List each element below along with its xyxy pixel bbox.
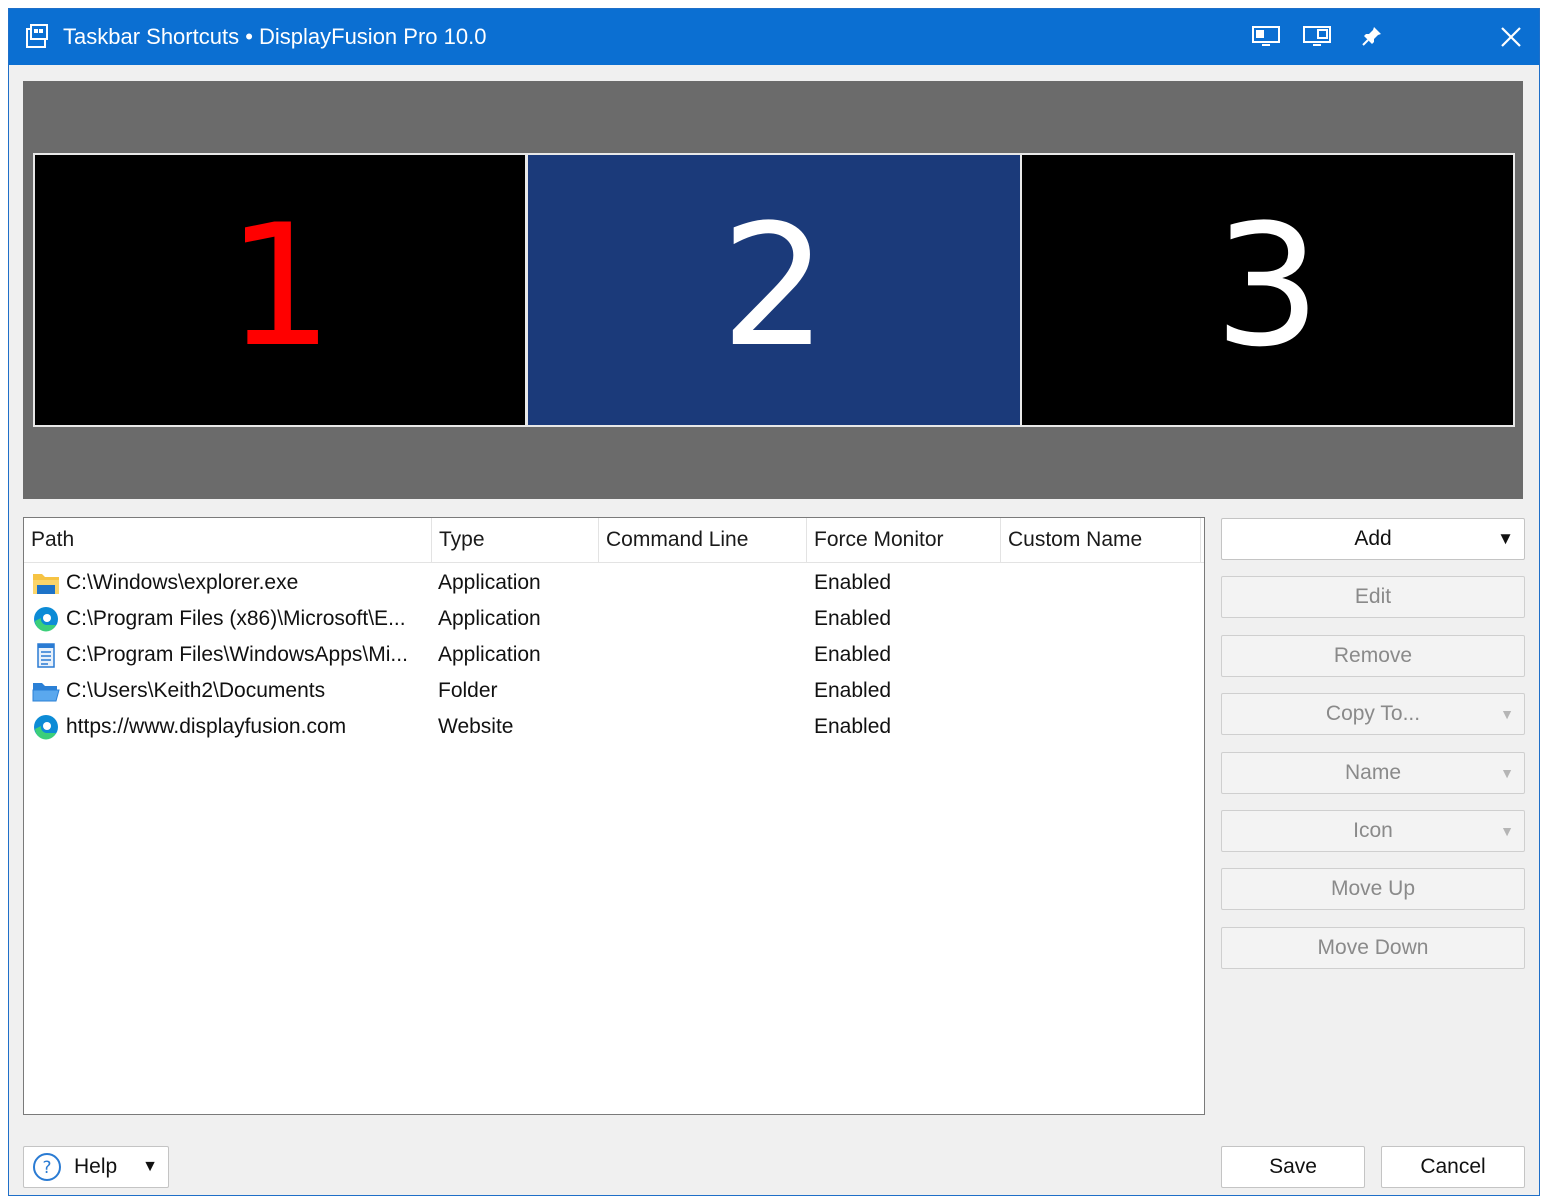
- force-monitor-cell: Enabled: [814, 607, 892, 630]
- path-cell: C:\Program Files\WindowsApps\Mi...: [66, 643, 408, 666]
- window-title: Taskbar Shortcuts • DisplayFusion Pro 10…: [63, 24, 487, 49]
- move-up-button-label: Move Up: [1330, 877, 1416, 900]
- help-button[interactable]: ? Help ▼: [23, 1146, 169, 1188]
- copy-to-button[interactable]: Copy To... ▼: [1221, 693, 1525, 735]
- move-down-button-label: Move Down: [1317, 936, 1429, 959]
- list-item[interactable]: https://www.displayfusion.com Website En…: [24, 709, 1204, 745]
- chevron-down-icon: ▼: [1500, 823, 1514, 839]
- icon-button[interactable]: Icon ▼: [1221, 810, 1525, 852]
- pin-icon: [1362, 27, 1381, 46]
- type-cell: Website: [438, 715, 514, 738]
- command-line-cell: [607, 565, 807, 601]
- list-header: Path Type Command Line Force Monitor Cus…: [24, 518, 1204, 563]
- type-cell: Application: [438, 607, 541, 630]
- command-line-cell: [607, 601, 807, 637]
- monitor-split-button[interactable]: [1249, 21, 1283, 51]
- custom-name-cell: [1008, 637, 1198, 673]
- move-up-button[interactable]: Move Up: [1221, 868, 1525, 910]
- remove-button-label: Remove: [1333, 644, 1413, 667]
- folder-explorer-icon: [33, 574, 59, 594]
- displayfusion-app-icon: [26, 24, 48, 48]
- name-button-label: Name: [1344, 761, 1402, 784]
- monitor-split-icon: [1252, 26, 1280, 46]
- command-line-cell: [607, 637, 807, 673]
- custom-name-cell: [1008, 565, 1198, 601]
- monitor-2[interactable]: 2: [526, 153, 1022, 427]
- open-folder-icon: [32, 683, 60, 702]
- type-cell: Application: [438, 571, 541, 594]
- save-button[interactable]: Save: [1221, 1146, 1365, 1188]
- edge-icon: [34, 715, 58, 740]
- force-monitor-cell: Enabled: [814, 571, 892, 594]
- command-line-cell: [607, 673, 807, 709]
- path-cell: C:\Windows\explorer.exe: [66, 571, 299, 594]
- path-cell: C:\Program Files (x86)\Microsoft\E...: [66, 607, 406, 630]
- column-header-type[interactable]: Type: [432, 518, 599, 562]
- monitor-1[interactable]: 1: [33, 153, 527, 427]
- help-button-label: Help: [74, 1155, 118, 1178]
- monitor-2-number: 2: [720, 188, 828, 384]
- chevron-down-icon: ▼: [1500, 706, 1514, 722]
- remove-button[interactable]: Remove: [1221, 635, 1525, 677]
- path-cell: C:\Users\Keith2\Documents: [66, 679, 326, 702]
- custom-name-cell: [1008, 673, 1198, 709]
- list-item[interactable]: C:\Users\Keith2\Documents Folder Enabled: [24, 673, 1204, 709]
- icon-button-label: Icon: [1353, 819, 1393, 842]
- column-header-force-monitor[interactable]: Force Monitor: [807, 518, 1001, 562]
- force-monitor-cell: Enabled: [814, 715, 892, 738]
- path-cell: https://www.displayfusion.com: [66, 715, 347, 738]
- name-button[interactable]: Name ▼: [1221, 752, 1525, 794]
- monitor-3-number: 3: [1214, 188, 1321, 384]
- taskbar-shortcuts-window: Taskbar Shortcuts • DisplayFusion Pro 10…: [8, 8, 1540, 1196]
- column-header-command-line[interactable]: Command Line: [599, 518, 807, 562]
- title-bar: Taskbar Shortcuts • DisplayFusion Pro 10…: [9, 9, 1539, 65]
- save-button-label: Save: [1269, 1155, 1317, 1178]
- force-monitor-cell: Enabled: [814, 643, 892, 666]
- monitor-config-button[interactable]: [1301, 21, 1335, 51]
- type-cell: Folder: [438, 679, 498, 702]
- cancel-button[interactable]: Cancel: [1381, 1146, 1525, 1188]
- move-down-button[interactable]: Move Down: [1221, 927, 1525, 969]
- monitor-config-icon: [1303, 26, 1331, 46]
- cancel-button-label: Cancel: [1420, 1155, 1486, 1178]
- monitor-3[interactable]: 3: [1020, 153, 1515, 427]
- copy-to-button-label: Copy To...: [1325, 702, 1421, 725]
- edit-button[interactable]: Edit: [1221, 576, 1525, 618]
- help-icon: ?: [33, 1153, 61, 1181]
- shortcuts-list[interactable]: Path Type Command Line Force Monitor Cus…: [23, 517, 1205, 1115]
- notepad-icon: [37, 643, 55, 668]
- command-line-cell: [607, 709, 807, 745]
- list-item[interactable]: C:\Windows\explorer.exe Application Enab…: [24, 565, 1204, 601]
- custom-name-cell: [1008, 709, 1198, 745]
- edit-button-label: Edit: [1354, 585, 1392, 608]
- column-header-custom-name[interactable]: Custom Name: [1001, 518, 1201, 562]
- pin-button[interactable]: [1355, 21, 1389, 51]
- chevron-down-icon: ▼: [1500, 765, 1514, 781]
- close-button[interactable]: [1483, 9, 1539, 65]
- add-button-label: Add: [1354, 527, 1392, 550]
- svg-text:?: ?: [42, 1158, 51, 1178]
- custom-name-cell: [1008, 601, 1198, 637]
- monitor-1-number: 1: [226, 188, 334, 384]
- type-cell: Application: [438, 643, 541, 666]
- add-button[interactable]: Add ▼: [1221, 518, 1525, 560]
- chevron-down-icon: ▼: [142, 1158, 158, 1175]
- chevron-down-icon: ▼: [1497, 529, 1514, 548]
- column-header-path[interactable]: Path: [24, 518, 432, 562]
- close-icon: [1501, 27, 1521, 47]
- list-item[interactable]: C:\Program Files (x86)\Microsoft\E... Ap…: [24, 601, 1204, 637]
- edge-icon: [34, 607, 58, 632]
- list-item[interactable]: C:\Program Files\WindowsApps\Mi... Appli…: [24, 637, 1204, 673]
- force-monitor-cell: Enabled: [814, 679, 892, 702]
- monitor-layout-preview: 1 2 3: [23, 81, 1523, 499]
